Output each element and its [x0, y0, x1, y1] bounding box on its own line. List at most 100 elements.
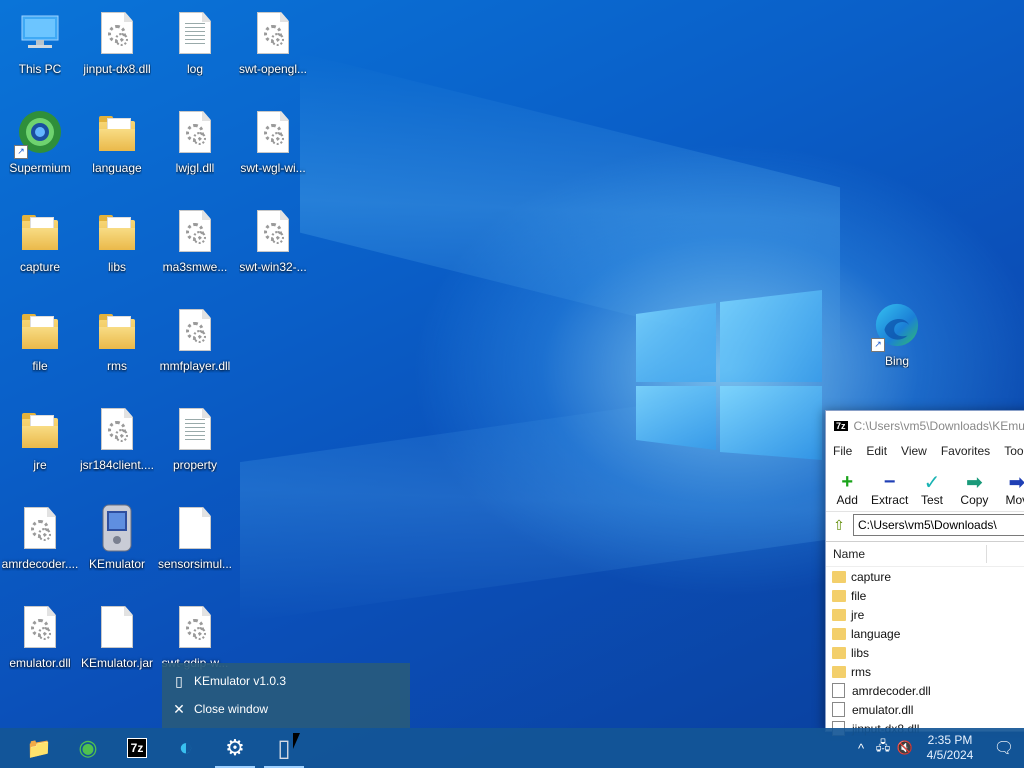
dll-file-icon — [171, 602, 219, 652]
list-item-name: jre — [851, 607, 865, 622]
show-hidden-icons-chevron[interactable]: ^ — [850, 741, 872, 756]
desktop-icon-label: This PC — [18, 62, 62, 76]
edge-taskbar-button[interactable]: ◐ — [162, 728, 210, 768]
address-input[interactable]: C:\Users\vm5\Downloads\ — [853, 514, 1024, 536]
desktop-icon-label: swt-opengl... — [238, 62, 308, 76]
desktop-icon-amrdecoder[interactable]: amrdecoder.... — [0, 503, 80, 595]
desktop-icon-label: sensorsimul... — [157, 557, 233, 571]
taskbar: 📁 ◉ 7z ◐ ⚙ ▯ ^ 🖧 🔇 2:35 PM 4/5/2024 🗨 — [0, 728, 1024, 768]
desktop-icon-language[interactable]: language — [77, 107, 157, 199]
desktop-icon-kemulator[interactable]: KEmulator — [77, 503, 157, 595]
desktop-icon-lwjgl-dll[interactable]: lwjgl.dll — [155, 107, 235, 199]
desktop-icon-log[interactable]: log — [155, 8, 235, 100]
dll-file-icon — [93, 8, 141, 58]
desktop-icon-label: property — [172, 458, 218, 472]
folder-icon — [832, 627, 846, 640]
desktop-icon-sensorsimul[interactable]: sensorsimul... — [155, 503, 235, 595]
file-explorer-taskbar-button[interactable]: 📁 — [15, 728, 63, 768]
desktop-icon-label: rms — [107, 359, 127, 373]
supermium-taskbar-button[interactable]: ◉ — [64, 728, 112, 768]
list-item[interactable]: rms — [826, 662, 1024, 681]
desktop-icon-jsr184client[interactable]: jsr184client.... — [77, 404, 157, 496]
list-item[interactable]: amrdecoder.dll — [826, 681, 1024, 700]
desktop-icon-supermium[interactable]: ↗ Supermium — [0, 107, 80, 199]
jumplist-close-label: Close window — [194, 702, 269, 716]
settings-taskbar-button[interactable]: ⚙ — [211, 728, 259, 768]
menu-tools[interactable]: Tools — [1004, 444, 1024, 458]
test-button[interactable]: ✓ Test — [913, 471, 951, 508]
clock[interactable]: 2:35 PM 4/5/2024 — [916, 733, 984, 763]
jumplist-close-window[interactable]: ✕ Close window — [162, 695, 410, 723]
mov-button[interactable]: ➡Mov — [998, 471, 1024, 508]
list-item-name: language — [851, 626, 901, 641]
kemulator-taskbar-button[interactable]: ▯ — [260, 728, 308, 768]
mov-icon: ➡ — [1008, 471, 1024, 494]
desktop-icon-label: libs — [107, 260, 126, 274]
list-item[interactable]: capture — [826, 567, 1024, 586]
folder-icon — [832, 608, 846, 621]
list-item[interactable]: libs — [826, 643, 1024, 662]
desktop-icon-mmfplayer-dll[interactable]: mmfplayer.dll — [155, 305, 235, 397]
toolbar: +Add−Extract✓Test➡Copy➡Mov — [826, 461, 1024, 508]
7zip-taskbar-button[interactable]: 7z — [113, 728, 161, 768]
column-header-name[interactable]: Name — [826, 542, 1024, 567]
light-beam — [240, 377, 840, 623]
jumplist-app-label: KEmulator v1.0.3 — [194, 674, 287, 688]
copy-button[interactable]: ➡ Copy — [955, 471, 993, 508]
supermium-icon: ◉ — [78, 735, 98, 760]
menu-edit[interactable]: Edit — [866, 444, 887, 458]
dll-file-icon — [93, 404, 141, 454]
window-titlebar[interactable]: 7z C:\Users\vm5\Downloads\KEmu — [826, 411, 1024, 441]
desktop-icon-swt-opengl[interactable]: swt-opengl... — [233, 8, 313, 100]
desktop-icon-capture[interactable]: capture — [0, 206, 80, 298]
7zip-window[interactable]: 7z C:\Users\vm5\Downloads\KEmu File Edit V… — [825, 410, 1024, 736]
volume-muted-icon[interactable]: 🔇 — [894, 740, 916, 756]
desktop-icon-property[interactable]: property — [155, 404, 235, 496]
desktop-icon-rms[interactable]: rms — [77, 305, 157, 397]
list-item[interactable]: file — [826, 586, 1024, 605]
desktop-icon-label: Supermium — [9, 161, 71, 175]
menu-view[interactable]: View — [901, 444, 927, 458]
desktop-icon-jre[interactable]: jre — [0, 404, 80, 496]
list-item[interactable]: jre — [826, 605, 1024, 624]
desktop-icon-file[interactable]: file — [0, 305, 80, 397]
network-icon[interactable]: 🖧 — [872, 737, 894, 759]
dll-file-icon — [249, 107, 297, 157]
mouse-cursor — [293, 733, 300, 749]
folder-icon — [832, 570, 846, 583]
desktop-icon-kemulator-jar[interactable]: KEmulator.jar — [77, 602, 157, 694]
desktop-icon-bing[interactable]: ↗ Bing — [857, 300, 937, 392]
desktop-icon-label: ma3smwe... — [162, 260, 228, 274]
desktop-icon-libs[interactable]: libs — [77, 206, 157, 298]
desktop-icon-label: swt-wgl-wi... — [240, 161, 306, 175]
desktop-icon-emulator-dll[interactable]: emulator.dll — [0, 602, 80, 694]
desktop-icon-this-pc[interactable]: This PC — [0, 8, 80, 100]
menu-favorites[interactable]: Favorites — [941, 444, 990, 458]
list-item-name: file — [851, 588, 867, 603]
light-beam — [300, 52, 840, 368]
edge-icon: ↗ — [871, 300, 921, 352]
extract-button[interactable]: − Extract — [870, 470, 908, 508]
toolbar-button-label: Copy — [960, 493, 989, 507]
desktop-icon-ma3smwe[interactable]: ma3smwe... — [155, 206, 235, 298]
desktop-icon-swt-wgl-wi[interactable]: swt-wgl-wi... — [233, 107, 313, 199]
folder-icon — [832, 665, 846, 678]
notification-center-icon[interactable]: 🗨 — [984, 728, 1024, 768]
add-button[interactable]: + Add — [828, 471, 866, 508]
browser-icon: ↗ — [14, 107, 64, 159]
list-item-name: amrdecoder.dll — [852, 683, 931, 698]
list-item[interactable]: language — [826, 624, 1024, 643]
jumplist-app-item[interactable]: ▯ KEmulator v1.0.3 — [162, 667, 410, 695]
desktop-icon-swt-win32[interactable]: swt-win32-... — [233, 206, 313, 298]
menu-file[interactable]: File — [833, 444, 852, 458]
desktop-icon-jinput-dx8-dll[interactable]: jinput-dx8.dll — [77, 8, 157, 100]
text-icon — [171, 8, 219, 58]
up-folder-icon[interactable]: ⇧ — [829, 515, 849, 535]
list-item[interactable]: emulator.dll — [826, 700, 1024, 719]
7zip-app-icon: 7z — [834, 421, 848, 431]
menu-bar: File Edit View Favorites Tools — [826, 441, 1024, 461]
kemulator-icon: ▯ — [175, 672, 183, 689]
extract-icon: − — [883, 470, 896, 493]
toolbar-button-label: Add — [836, 493, 858, 507]
clock-date: 4/5/2024 — [926, 748, 974, 762]
